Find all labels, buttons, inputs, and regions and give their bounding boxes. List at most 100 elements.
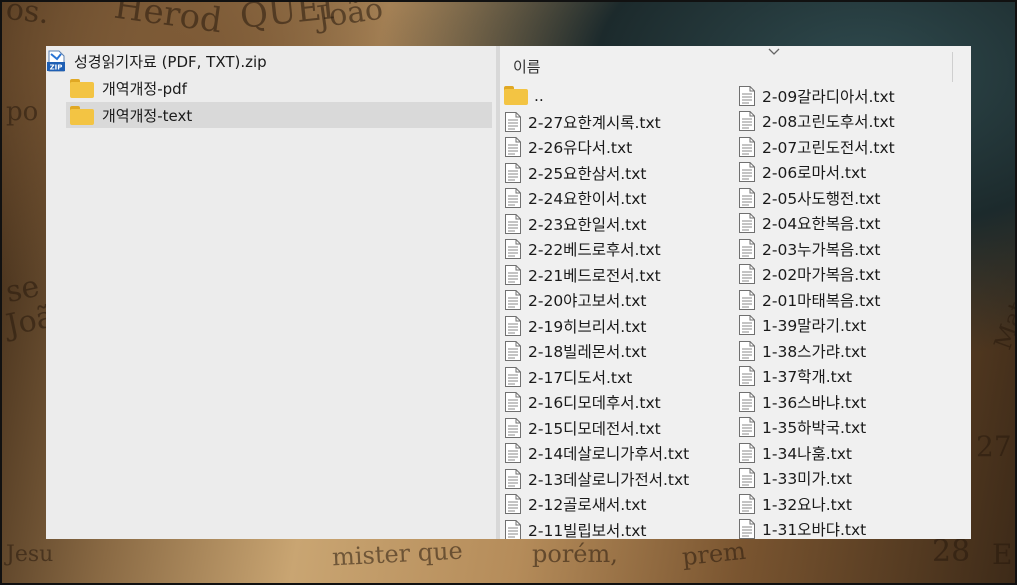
file-item[interactable]: 1-32요나.txt: [738, 491, 852, 516]
file-item[interactable]: 2-04요한복음.txt: [738, 211, 880, 236]
file-item[interactable]: 2-14데살로니가후서.txt: [504, 441, 689, 466]
file-item[interactable]: 2-02마가복음.txt: [738, 262, 880, 287]
parent-folder-item[interactable]: ..: [504, 83, 544, 108]
file-item[interactable]: 1-33미가.txt: [738, 466, 852, 491]
file-label: 2-17디도서.txt: [528, 368, 633, 387]
file-item[interactable]: 2-12골로새서.txt: [504, 492, 646, 517]
file-item[interactable]: 2-03누가복음.txt: [738, 236, 880, 261]
folder-tree-pane: ZIP 성경읽기자료 (PDF, TXT).zip 개역개정-pdf 개역개정-…: [46, 46, 496, 539]
file-item[interactable]: 2-17디도서.txt: [504, 364, 632, 389]
file-item[interactable]: 2-06로마서.txt: [738, 160, 866, 185]
file-label: 2-21베드로전서.txt: [528, 266, 661, 285]
background-word: João: [314, 0, 386, 36]
file-item[interactable]: 2-23요한일서.txt: [504, 211, 646, 236]
file-item[interactable]: 2-22베드로후서.txt: [504, 237, 661, 262]
file-label: 2-25요한삼서.txt: [528, 164, 647, 183]
file-item[interactable]: 2-20야고보서.txt: [504, 288, 646, 313]
file-item[interactable]: 2-13데살로니가전서.txt: [504, 466, 689, 491]
tree-item-label: 개역개정-text: [102, 106, 193, 125]
tree-item-folder-text[interactable]: 개역개정-text: [66, 102, 492, 128]
file-label: 2-20야고보서.txt: [528, 292, 647, 310]
file-label: 1-31오바댜.txt: [762, 521, 867, 539]
file-label: 2-22베드로후서.txt: [528, 241, 661, 259]
zip-archive-icon: ZIP: [46, 50, 66, 72]
column-header-label: 이름: [513, 58, 541, 76]
file-item[interactable]: 1-31오바댜.txt: [738, 517, 867, 539]
background-word: prem: [680, 536, 748, 572]
file-label: 2-06로마서.txt: [762, 164, 867, 182]
file-item[interactable]: 2-08고린도후서.txt: [738, 109, 895, 134]
file-label: 2-07고린도전서.txt: [762, 138, 895, 157]
file-item[interactable]: 1-35하박국.txt: [738, 415, 866, 440]
file-item[interactable]: 2-11빌립보서.txt: [504, 517, 646, 539]
text-file-icon: [738, 136, 756, 158]
text-file-icon: [738, 263, 756, 285]
text-file-icon: [504, 289, 522, 311]
text-file-icon: [738, 391, 756, 413]
background-word: Herod: [111, 0, 225, 42]
background-word: porém,: [532, 540, 618, 568]
file-label: 2-11빌립보서.txt: [528, 521, 647, 540]
folder-icon: [504, 86, 528, 105]
text-file-icon: [738, 493, 756, 515]
file-list-pane: 이름 .. 2-27요한계시록.txt 2-26유다서.txt 2-25요한삼서.tx…: [500, 46, 971, 539]
tree-item-folder-pdf[interactable]: 개역개정-pdf: [66, 75, 492, 101]
column-header-name[interactable]: 이름: [500, 46, 971, 82]
file-item[interactable]: 2-27요한계시록.txt: [504, 109, 661, 134]
text-file-icon: [738, 289, 756, 311]
background-word: Mateus: [988, 258, 1017, 354]
file-item[interactable]: 2-16디모데후서.txt: [504, 390, 661, 415]
file-label: 1-36스바냐.txt: [762, 393, 867, 412]
explorer-window: ZIP 성경읽기자료 (PDF, TXT).zip 개역개정-pdf 개역개정-…: [46, 46, 971, 539]
folder-icon: [70, 105, 94, 125]
file-label: 1-35하박국.txt: [762, 419, 867, 437]
file-item[interactable]: 2-07고린도전서.txt: [738, 134, 895, 159]
file-label: 2-15디모데전서.txt: [528, 419, 661, 438]
text-file-icon: [738, 442, 756, 464]
file-item[interactable]: 1-39말라기.txt: [738, 313, 866, 338]
file-item[interactable]: 2-19히브리서.txt: [504, 313, 646, 338]
file-item[interactable]: 2-09갈라디아서.txt: [738, 83, 895, 108]
file-label: 2-14데살로니가후서.txt: [528, 445, 690, 463]
text-file-icon: [504, 366, 522, 388]
file-label: 1-34나훔.txt: [762, 444, 852, 463]
file-label: 2-08고린도후서.txt: [762, 113, 895, 131]
file-label: 2-09갈라디아서.txt: [762, 87, 895, 106]
text-file-icon: [504, 442, 522, 464]
file-item[interactable]: 2-15디모데전서.txt: [504, 415, 661, 440]
tree-item-label: 성경읽기자료 (PDF, TXT).zip: [74, 52, 267, 71]
file-item[interactable]: 2-26유다서.txt: [504, 135, 632, 160]
text-file-icon: [504, 391, 522, 413]
text-file-icon: [738, 187, 756, 209]
file-item[interactable]: 2-05사도행전.txt: [738, 185, 880, 210]
file-label: 1-37학개.txt: [762, 368, 852, 386]
file-item[interactable]: 2-24요한이서.txt: [504, 186, 646, 211]
file-item[interactable]: 1-38스가랴.txt: [738, 338, 866, 363]
file-label: ..: [534, 86, 544, 105]
tree-item-label: 개역개정-pdf: [102, 79, 187, 98]
tree-item-zip[interactable]: ZIP 성경읽기자료 (PDF, TXT).zip: [46, 48, 496, 74]
text-file-icon: [504, 519, 522, 539]
text-file-icon: [738, 110, 756, 132]
chevron-down-icon[interactable]: [768, 46, 780, 59]
file-item[interactable]: 2-25요한삼서.txt: [504, 160, 646, 185]
file-item[interactable]: 1-37학개.txt: [738, 364, 852, 389]
file-label: 2-23요한일서.txt: [528, 215, 647, 234]
text-file-icon: [738, 161, 756, 183]
file-label: 1-32요나.txt: [762, 495, 852, 514]
background-word: 28: [932, 534, 971, 569]
file-item[interactable]: 2-01마태복음.txt: [738, 287, 880, 312]
file-label: 2-24요한이서.txt: [528, 190, 647, 208]
text-file-icon: [738, 467, 756, 489]
file-item[interactable]: 2-21베드로전서.txt: [504, 262, 661, 287]
text-file-icon: [504, 468, 522, 490]
text-file-icon: [504, 315, 522, 337]
file-label: 2-26유다서.txt: [528, 139, 633, 157]
text-file-icon: [504, 417, 522, 439]
file-item[interactable]: 1-36스바냐.txt: [738, 389, 866, 414]
file-item[interactable]: 2-18빌레몬서.txt: [504, 339, 646, 364]
file-item[interactable]: 1-34나훔.txt: [738, 440, 852, 465]
background-word: mister que: [331, 536, 464, 572]
text-file-icon: [738, 518, 756, 539]
column-separator[interactable]: [952, 52, 953, 82]
